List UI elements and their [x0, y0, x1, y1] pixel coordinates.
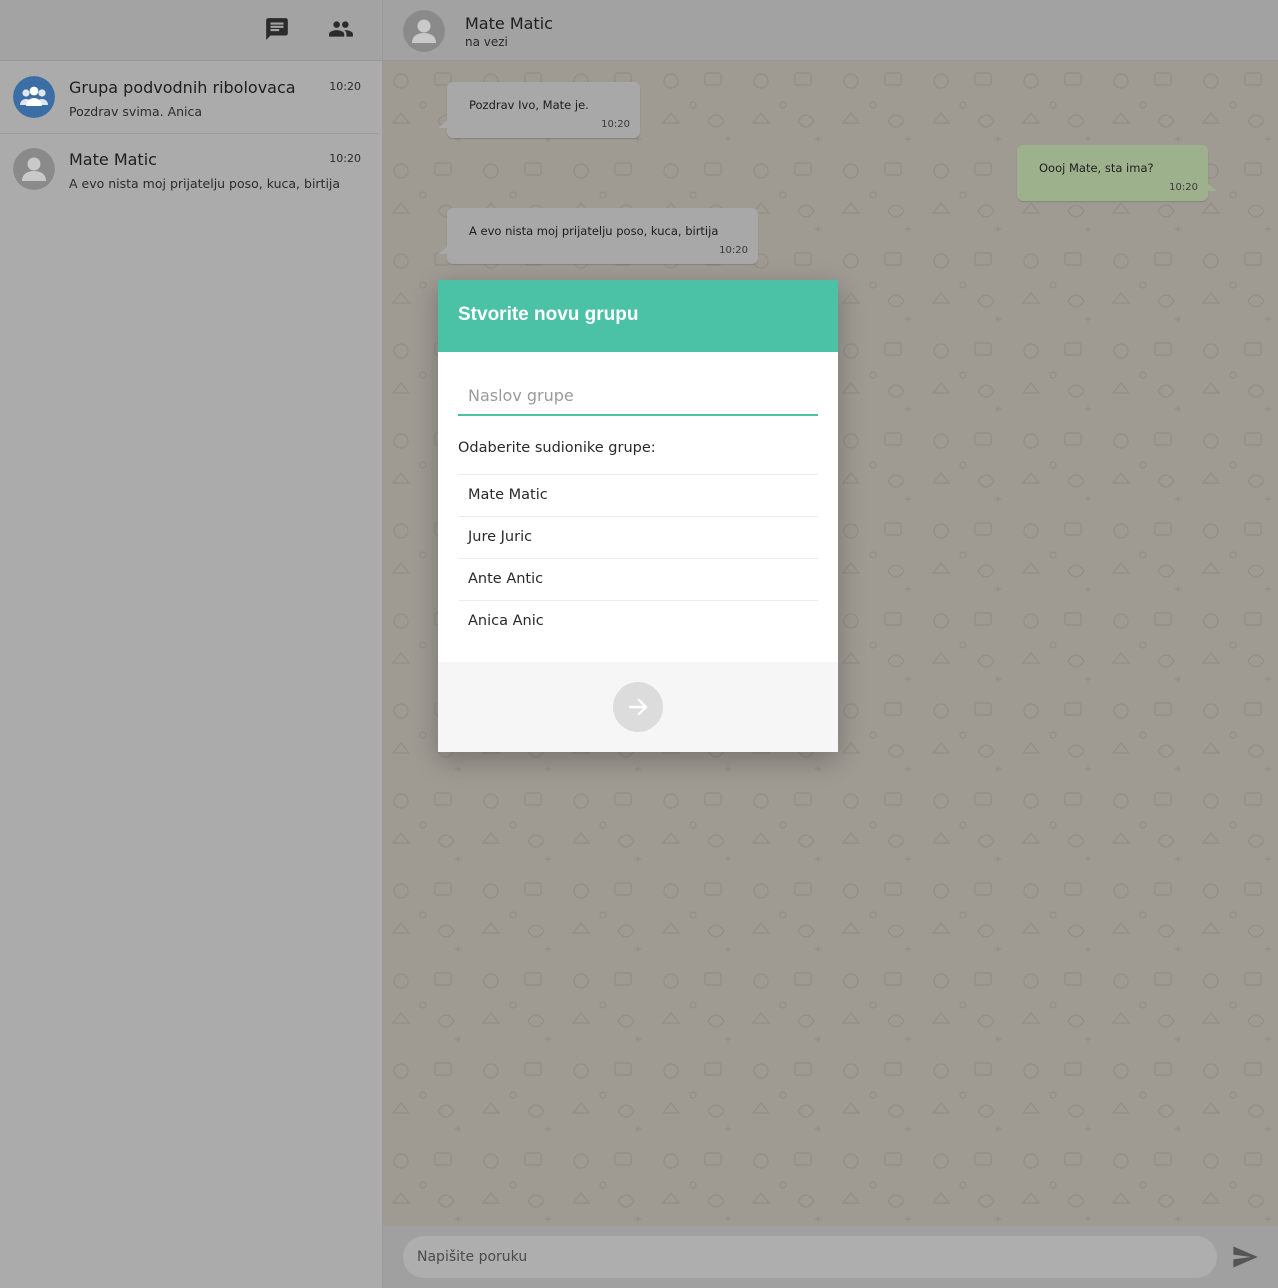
participant-item[interactable]: Mate Matic	[458, 474, 818, 516]
participant-item[interactable]: Anica Anic	[458, 600, 818, 642]
message-time: 10:20	[1169, 182, 1198, 193]
dialog-title: Stvorite novu grupu	[458, 304, 639, 325]
group-title-input[interactable]	[458, 376, 818, 416]
participant-list: Mate Matic Jure Juric Ante Antic Anica A…	[458, 474, 818, 642]
bubble-tail	[438, 246, 448, 254]
dialog-footer	[438, 662, 838, 752]
arrow-right-icon	[628, 698, 648, 716]
person-avatar-icon[interactable]	[403, 10, 445, 52]
group-avatar-icon	[13, 76, 55, 118]
next-button[interactable]	[613, 682, 663, 732]
message-input[interactable]	[403, 1236, 1217, 1278]
dialog-header: Stvorite novu grupu	[438, 280, 838, 352]
contact-status: na vezi	[465, 35, 508, 49]
chat-time: 10:20	[329, 80, 361, 93]
chat-name: Grupa podvodnih ribolovaca	[69, 78, 296, 97]
contact-name: Mate Matic	[465, 14, 553, 33]
person-avatar-icon	[13, 148, 55, 190]
message-bubble-outgoing: Oooj Mate, sta ima? 10:20	[1017, 145, 1217, 201]
message-time: 10:20	[719, 245, 748, 256]
chat-preview: Pozdrav svima. Anica	[69, 104, 203, 119]
message-text: A evo nista moj prijatelju poso, kuca, b…	[469, 224, 719, 238]
sidebar: Grupa podvodnih ribolovaca 10:20 Pozdrav…	[0, 0, 383, 1288]
message-text: Pozdrav Ivo, Mate je.	[469, 98, 589, 112]
chat-list-item-mate[interactable]: Mate Matic 10:20 A evo nista moj prijate…	[0, 134, 378, 206]
participant-item[interactable]: Jure Juric	[458, 516, 818, 558]
bubble-tail	[1207, 183, 1217, 191]
participant-name: Jure Juric	[468, 529, 533, 545]
chat-preview: A evo nista moj prijatelju poso, kuca, b…	[69, 176, 341, 191]
sidebar-header	[0, 0, 382, 61]
bubble-tail	[438, 120, 448, 128]
message-composer	[383, 1226, 1278, 1288]
participant-name: Anica Anic	[468, 613, 544, 629]
participant-item[interactable]: Ante Antic	[458, 558, 818, 600]
message-text: Oooj Mate, sta ima?	[1039, 161, 1154, 175]
conversation-header: Mate Matic na vezi	[383, 0, 1278, 61]
chat-name: Mate Matic	[69, 150, 157, 169]
send-icon[interactable]	[1231, 1243, 1259, 1271]
message-bubble-incoming: A evo nista moj prijatelju poso, kuca, b…	[438, 208, 758, 264]
group-icon[interactable]	[328, 16, 354, 42]
chat-icon[interactable]	[264, 16, 290, 42]
chat-time: 10:20	[329, 152, 361, 165]
message-time: 10:20	[601, 119, 630, 130]
participant-name: Ante Antic	[468, 571, 544, 587]
create-group-dialog: Stvorite novu grupu Odaberite sudionike …	[438, 280, 838, 752]
participant-name: Mate Matic	[468, 487, 548, 503]
participants-label: Odaberite sudionike grupe:	[458, 440, 656, 456]
message-bubble-incoming: Pozdrav Ivo, Mate je. 10:20	[438, 82, 640, 138]
chat-list-item-group[interactable]: Grupa podvodnih ribolovaca 10:20 Pozdrav…	[0, 62, 378, 134]
app: Grupa podvodnih ribolovaca 10:20 Pozdrav…	[0, 0, 1278, 1288]
